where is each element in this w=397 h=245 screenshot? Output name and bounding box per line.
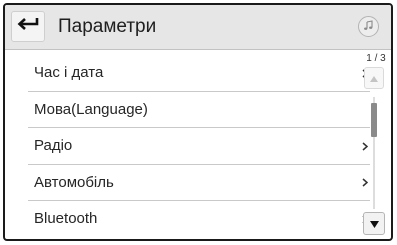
triangle-up-icon: [370, 69, 378, 87]
menu-item-vehicle[interactable]: Автомобіль: [28, 165, 370, 201]
menu-item-language[interactable]: Мова(Language): [28, 92, 370, 128]
menu-item-bluetooth[interactable]: Bluetooth: [28, 201, 370, 238]
music-button[interactable]: [358, 16, 379, 37]
menu-item-time-date[interactable]: Час і дата: [28, 55, 370, 92]
menu-item-label: Автомобіль: [34, 173, 114, 191]
menu-item-label: Мова(Language): [34, 100, 148, 118]
header-bar: Параметри: [5, 5, 391, 50]
settings-menu: Час і дата Мова(Language) Радіо Автомобі…: [28, 55, 370, 238]
menu-item-radio[interactable]: Радіо: [28, 128, 370, 165]
page-title: Параметри: [58, 16, 157, 37]
menu-item-label: Bluetooth: [34, 210, 98, 227]
scrollbar[interactable]: 1 / 3: [361, 53, 391, 239]
settings-screen: Параметри Час і дата Мова(Language) Раді…: [3, 3, 393, 241]
scroll-down-button[interactable]: [363, 212, 385, 235]
triangle-down-icon: [369, 215, 379, 233]
menu-item-label: Час і дата: [34, 64, 104, 81]
music-note-icon: [363, 18, 374, 36]
scroll-thumb[interactable]: [371, 103, 377, 137]
page-indicator: 1 / 3: [366, 53, 386, 64]
scroll-up-button[interactable]: [364, 67, 384, 89]
menu-item-label: Радіо: [34, 137, 73, 154]
back-arrow-icon: [17, 17, 39, 36]
back-button[interactable]: [11, 11, 45, 42]
